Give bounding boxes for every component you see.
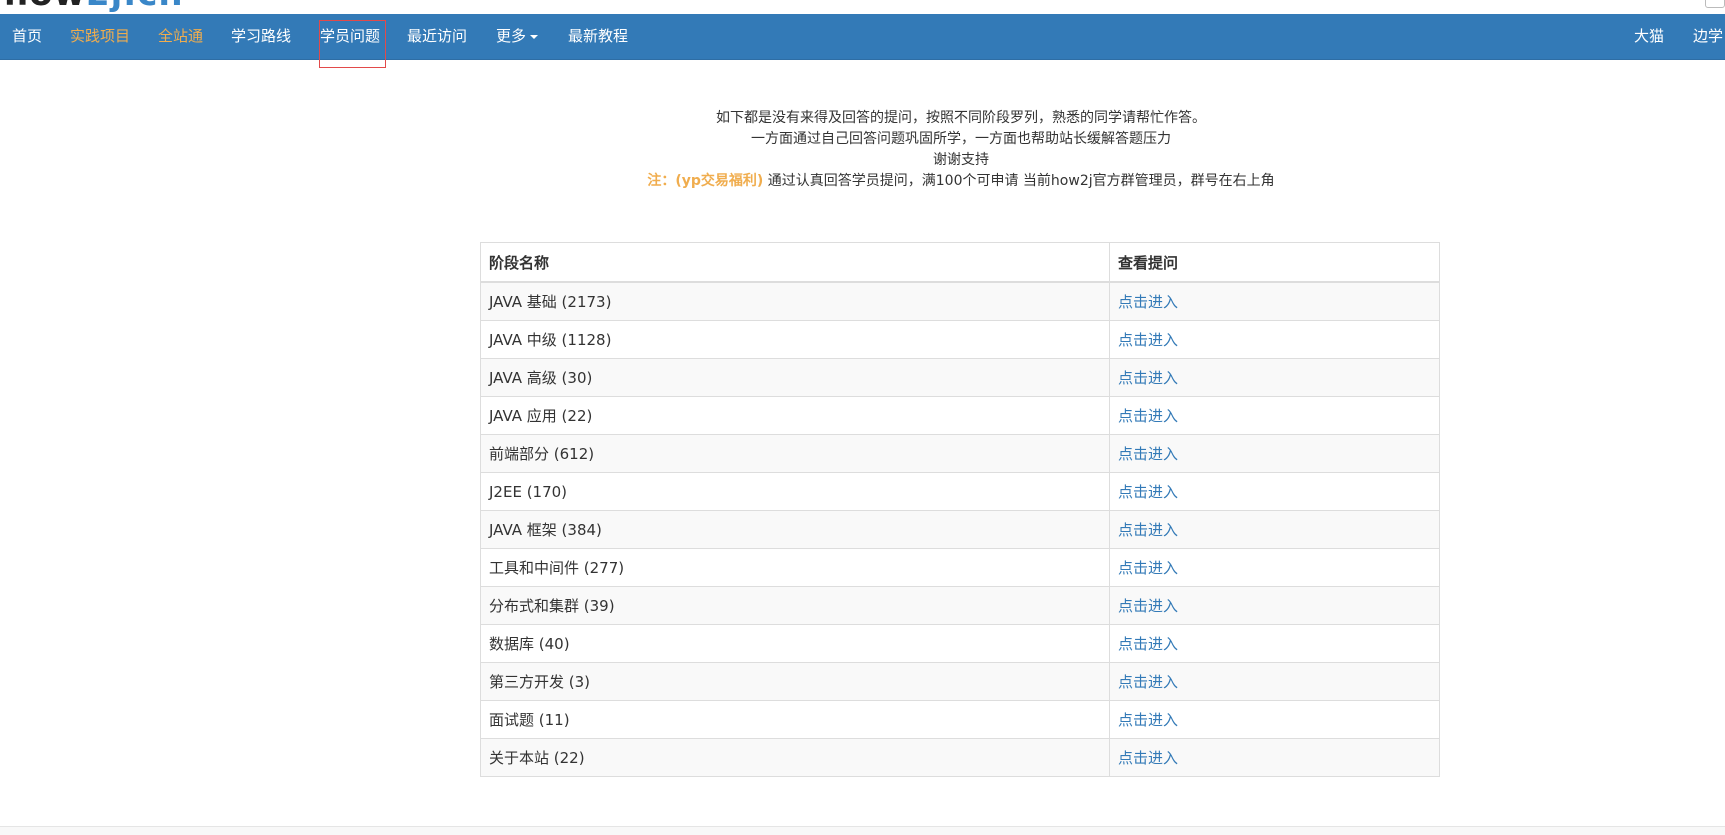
link-cell: 点击进入 — [1109, 586, 1440, 625]
nav-item-learn-as-you-go[interactable]: 边学 — [1693, 14, 1723, 59]
stage-name-cell: 工具和中间件 (277) — [480, 548, 1110, 587]
stage-table: 阶段名称 查看提问 JAVA 基础 (2173) 点击进入 JAVA 中级 (11… — [480, 242, 1440, 777]
link-cell: 点击进入 — [1109, 396, 1440, 435]
enter-link[interactable]: 点击进入 — [1118, 293, 1178, 311]
site-logo[interactable]: how2j.cn — [4, 0, 184, 14]
enter-link[interactable]: 点击进入 — [1118, 635, 1178, 653]
enter-link[interactable]: 点击进入 — [1118, 711, 1178, 729]
link-cell: 点击进入 — [1109, 472, 1440, 511]
table-row: 面试题 (11) 点击进入 — [480, 700, 1440, 739]
table-header-row: 阶段名称 查看提问 — [480, 242, 1440, 283]
enter-link[interactable]: 点击进入 — [1118, 445, 1178, 463]
enter-link[interactable]: 点击进入 — [1118, 597, 1178, 615]
nav-item-learning-path[interactable]: 学习路线 — [231, 14, 291, 59]
link-cell: 点击进入 — [1109, 700, 1440, 739]
notice-note-label: 注：(yp交易福利) — [647, 173, 764, 189]
notice-note-text: 通过认真回答学员提问，满100个可申请 当前how2j官方群管理员，群号在右上角 — [767, 173, 1275, 189]
link-cell: 点击进入 — [1109, 548, 1440, 587]
link-cell: 点击进入 — [1109, 320, 1440, 359]
search-box-edge[interactable] — [1705, 0, 1725, 8]
notice-line-4: 注：(yp交易福利) 通过认真回答学员提问，满100个可申请 当前how2j官方… — [0, 171, 1725, 192]
stage-name-cell: 数据库 (40) — [480, 624, 1110, 663]
enter-link[interactable]: 点击进入 — [1118, 369, 1178, 387]
caret-down-icon — [530, 34, 539, 39]
link-cell: 点击进入 — [1109, 281, 1440, 321]
logo-text-blue: 2j.cn — [86, 0, 184, 14]
nav-item-latest-tutorials[interactable]: 最新教程 — [568, 14, 628, 59]
link-cell: 点击进入 — [1109, 738, 1440, 777]
table-row: JAVA 应用 (22) 点击进入 — [480, 396, 1440, 435]
table-row: J2EE (170) 点击进入 — [480, 472, 1440, 511]
table-row: 第三方开发 (3) 点击进入 — [480, 662, 1440, 701]
stage-name-cell: JAVA 框架 (384) — [480, 510, 1110, 549]
link-cell: 点击进入 — [1109, 662, 1440, 701]
stage-name-cell: JAVA 高级 (30) — [480, 358, 1110, 397]
stage-name-cell: 分布式和集群 (39) — [480, 586, 1110, 625]
nav-item-projects[interactable]: 实践项目 — [70, 14, 130, 59]
nav-item-recent-visits[interactable]: 最近访问 — [407, 14, 467, 59]
nav-item-all-access[interactable]: 全站通 — [158, 14, 203, 59]
logo-strip: how2j.cn — [0, 0, 1725, 14]
table-row: JAVA 基础 (2173) 点击进入 — [480, 281, 1440, 321]
table-row: JAVA 高级 (30) 点击进入 — [480, 358, 1440, 397]
nav-item-more-label: 更多 — [496, 27, 527, 45]
stage-name-cell: 关于本站 (22) — [480, 738, 1110, 777]
nav-item-student-questions[interactable]: 学员问题 — [320, 14, 380, 59]
nav-item-user[interactable]: 大猫 — [1634, 14, 1664, 59]
nav-item-more[interactable]: 更多 — [496, 14, 539, 59]
table-row: 关于本站 (22) 点击进入 — [480, 738, 1440, 777]
stage-name-cell: J2EE (170) — [480, 472, 1110, 511]
enter-link[interactable]: 点击进入 — [1118, 521, 1178, 539]
top-navbar: 首页 实践项目 全站通 学习路线 学员问题 最近访问 更多 最新教程 大猫 边学 — [0, 14, 1725, 60]
notice-line-3: 谢谢支持 — [933, 152, 989, 168]
stage-name-cell: JAVA 中级 (1128) — [480, 320, 1110, 359]
column-header-stage-name: 阶段名称 — [480, 242, 1110, 283]
stage-name-cell: 面试题 (11) — [480, 700, 1110, 739]
link-cell: 点击进入 — [1109, 624, 1440, 663]
nav-item-home[interactable]: 首页 — [12, 14, 42, 59]
stage-name-cell: 前端部分 (612) — [480, 434, 1110, 473]
stage-name-cell: 第三方开发 (3) — [480, 662, 1110, 701]
notice-line-2: 一方面通过自己回答问题巩固所学，一方面也帮助站长缓解答题压力 — [751, 131, 1171, 147]
table-row: 前端部分 (612) 点击进入 — [480, 434, 1440, 473]
notice-line-1: 如下都是没有来得及回答的提问，按照不同阶段罗列，熟悉的同学请帮忙作答。 — [716, 110, 1206, 126]
link-cell: 点击进入 — [1109, 434, 1440, 473]
enter-link[interactable]: 点击进入 — [1118, 483, 1178, 501]
table-row: 分布式和集群 (39) 点击进入 — [480, 586, 1440, 625]
enter-link[interactable]: 点击进入 — [1118, 559, 1178, 577]
link-cell: 点击进入 — [1109, 510, 1440, 549]
enter-link[interactable]: 点击进入 — [1118, 673, 1178, 691]
table-row: JAVA 框架 (384) 点击进入 — [480, 510, 1440, 549]
stage-name-cell: JAVA 基础 (2173) — [480, 281, 1110, 321]
stage-name-cell: JAVA 应用 (22) — [480, 396, 1110, 435]
table-row: 工具和中间件 (277) 点击进入 — [480, 548, 1440, 587]
enter-link[interactable]: 点击进入 — [1118, 749, 1178, 767]
table-row: 数据库 (40) 点击进入 — [480, 624, 1440, 663]
table-row: JAVA 中级 (1128) 点击进入 — [480, 320, 1440, 359]
column-header-view-questions: 查看提问 — [1109, 242, 1440, 283]
logo-text-dark: how — [4, 0, 86, 14]
link-cell: 点击进入 — [1109, 358, 1440, 397]
notice-block: 如下都是没有来得及回答的提问，按照不同阶段罗列，熟悉的同学请帮忙作答。 一方面通… — [0, 108, 1725, 192]
enter-link[interactable]: 点击进入 — [1118, 407, 1178, 425]
enter-link[interactable]: 点击进入 — [1118, 331, 1178, 349]
